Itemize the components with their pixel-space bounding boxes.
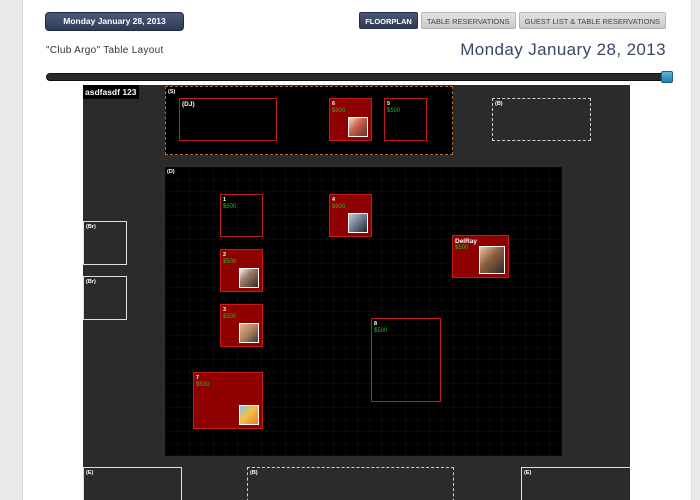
tab-floorplan[interactable]: FLOORPLAN xyxy=(359,12,418,29)
guest-photo xyxy=(348,213,368,233)
slider-handle[interactable] xyxy=(661,71,673,83)
guest-photo xyxy=(479,246,505,274)
zone-label: (B) xyxy=(250,470,258,476)
guest-photo xyxy=(348,117,368,137)
table-price: $500 xyxy=(196,382,210,388)
table-price: $500 xyxy=(223,314,237,320)
table-label: (DJ) xyxy=(182,101,195,108)
table-3[interactable]: 3 $500 xyxy=(220,304,263,347)
table-price: $500 xyxy=(332,108,346,114)
floorplan-name: asdfasdf 123 xyxy=(83,85,139,99)
table-delray[interactable]: DelRay $500 xyxy=(452,235,509,278)
date-heading: Monday January 28, 2013 xyxy=(460,40,666,59)
table-2[interactable]: 2 $500 xyxy=(220,249,263,292)
venue-title: "Club Argo" Table Layout xyxy=(46,45,164,56)
table-price: $500 xyxy=(332,204,346,210)
zone-label: (E) xyxy=(524,470,532,476)
zone-e-right[interactable]: (E) xyxy=(521,467,630,500)
tab-guest-list-table-reservations[interactable]: GUEST LIST & TABLE RESERVATIONS xyxy=(518,12,666,29)
table-4[interactable]: 4 $500 xyxy=(329,194,372,237)
table-number: 4 xyxy=(332,197,336,203)
table-number: 2 xyxy=(223,252,227,258)
guest-photo xyxy=(239,323,259,343)
zone-e-left[interactable]: (E) xyxy=(83,467,182,500)
zone-label: (S) xyxy=(168,89,176,95)
guest-icon xyxy=(239,405,259,425)
zone-b-top[interactable]: (B) xyxy=(492,98,591,141)
zone-b-bottom[interactable]: (B) xyxy=(247,467,454,500)
floorplan-canvas: asdfasdf 123 (S) (B) (D) (Br) (Br) (E) (… xyxy=(83,85,630,500)
table-6[interactable]: 6 $500 xyxy=(329,98,372,141)
slider-fill xyxy=(47,74,667,80)
tab-table-reservations[interactable]: TABLE RESERVATIONS xyxy=(420,12,516,29)
table-5[interactable]: 5 $500 xyxy=(384,98,427,141)
table-label: DelRay xyxy=(455,238,478,245)
table-8[interactable]: 8 $500 xyxy=(371,318,441,402)
zone-label: (B) xyxy=(495,101,503,107)
page-container: Monday January 28, 2013 FLOORPLAN TABLE … xyxy=(22,0,692,500)
table-number: 1 xyxy=(223,197,227,203)
table-dj[interactable]: (DJ) xyxy=(179,98,277,141)
zone-label: (Br) xyxy=(86,224,96,230)
table-price: $500 xyxy=(387,108,401,114)
zone-label: (E) xyxy=(86,470,94,476)
date-button[interactable]: Monday January 28, 2013 xyxy=(45,12,184,31)
zone-label: (D) xyxy=(167,169,175,175)
table-number: 3 xyxy=(223,307,227,313)
table-1[interactable]: 1 $500 xyxy=(220,194,263,237)
zone-label: (Br) xyxy=(86,279,96,285)
table-number: 7 xyxy=(196,375,200,381)
table-price: $500 xyxy=(455,245,469,251)
zone-br-1[interactable]: (Br) xyxy=(83,221,127,265)
time-slider[interactable] xyxy=(46,71,673,83)
guest-photo xyxy=(239,268,259,288)
zone-br-2[interactable]: (Br) xyxy=(83,276,127,320)
table-number: 5 xyxy=(387,101,391,107)
nav-tabs: FLOORPLAN TABLE RESERVATIONS GUEST LIST … xyxy=(359,12,666,29)
table-price: $500 xyxy=(223,259,237,265)
table-price: $500 xyxy=(374,328,388,334)
table-number: 8 xyxy=(374,321,378,327)
table-number: 6 xyxy=(332,101,336,107)
table-7[interactable]: 7 $500 xyxy=(193,372,263,429)
table-price: $500 xyxy=(223,204,237,210)
